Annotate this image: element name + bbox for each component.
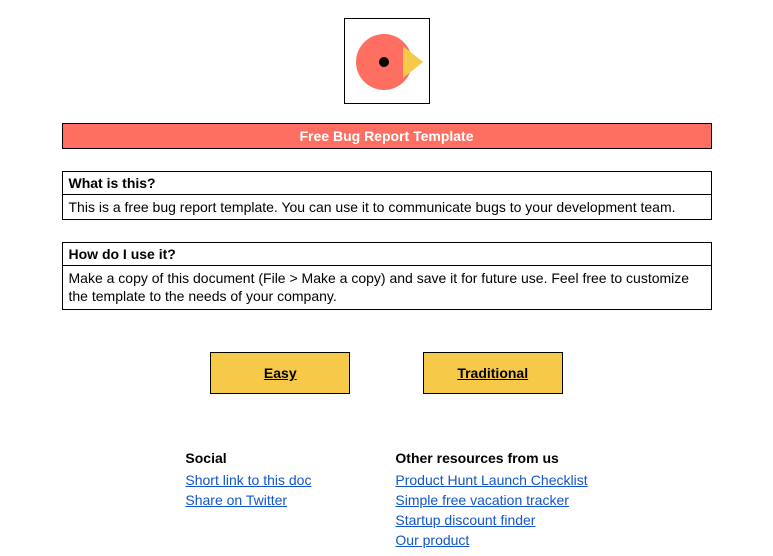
link-our-product[interactable]: Our product — [395, 532, 587, 548]
footer: Social Short link to this doc Share on T… — [62, 450, 712, 552]
section-heading: What is this? — [62, 171, 712, 195]
page-title: Free Bug Report Template — [62, 123, 712, 149]
footer-heading-social: Social — [185, 450, 355, 466]
buttons-row: Easy Traditional — [62, 352, 712, 394]
link-product-hunt-checklist[interactable]: Product Hunt Launch Checklist — [395, 472, 587, 488]
section-body: This is a free bug report template. You … — [62, 195, 712, 220]
footer-resources: Other resources from us Product Hunt Lau… — [395, 450, 587, 552]
section-heading: How do I use it? — [62, 242, 712, 266]
document-page: Free Bug Report Template What is this? T… — [0, 0, 773, 552]
logo-container — [0, 0, 773, 109]
easy-button[interactable]: Easy — [210, 352, 350, 394]
traditional-button[interactable]: Traditional — [423, 352, 563, 394]
link-short-link[interactable]: Short link to this doc — [185, 472, 355, 488]
link-startup-discount-finder[interactable]: Startup discount finder — [395, 512, 587, 528]
footer-heading-resources: Other resources from us — [395, 450, 587, 466]
section-body: Make a copy of this document (File > Mak… — [62, 266, 712, 309]
footer-social: Social Short link to this doc Share on T… — [185, 450, 355, 552]
section-what-is-this: What is this? This is a free bug report … — [62, 171, 712, 220]
link-share-twitter[interactable]: Share on Twitter — [185, 492, 355, 508]
section-how-do-i-use-it: How do I use it? Make a copy of this doc… — [62, 242, 712, 309]
logo-icon — [344, 18, 430, 104]
link-vacation-tracker[interactable]: Simple free vacation tracker — [395, 492, 587, 508]
main-content: Free Bug Report Template What is this? T… — [62, 123, 712, 552]
